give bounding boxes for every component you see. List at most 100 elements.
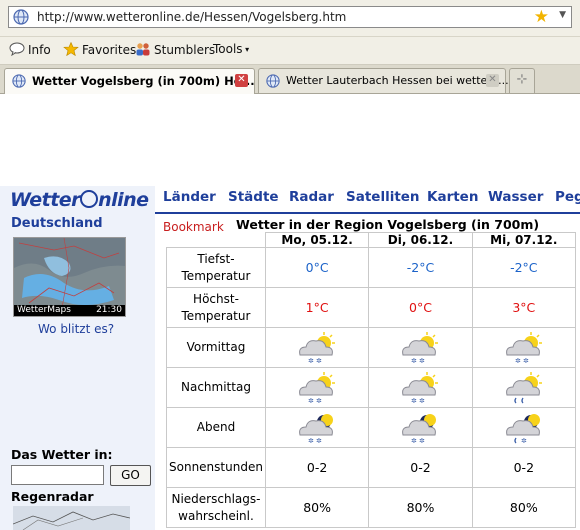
stumblers-button[interactable]: Stumblers (135, 42, 215, 57)
close-icon[interactable]: ✕ (486, 74, 499, 87)
weather-cell[interactable]: ✲ ✲ (264, 327, 370, 368)
label-line: Temperatur (181, 268, 251, 283)
favorites-button[interactable]: Favorites (63, 42, 136, 57)
info-label: Info (28, 43, 51, 57)
forecast-table: Mo, 05.12. Di, 06.12. Mi, 07.12. Tiefst-… (166, 232, 577, 528)
map-caption: WetterMaps 21:30 (14, 305, 125, 316)
table-row-min-temp: Tiefst- Temperatur 0°C -2°C -2°C (166, 247, 577, 288)
url-text[interactable]: http://www.wetteronline.de/Hessen/Vogels… (37, 10, 346, 24)
weather-cell[interactable]: ✲ ✲ (368, 367, 473, 408)
weather-cell[interactable]: ✲ ✲ (471, 327, 577, 368)
weather-cell[interactable]: ✲ (471, 407, 577, 448)
nav-pegel[interactable]: Peg (555, 189, 580, 205)
table-row-morning: Vormittag ✲ ✲ ✲ ✲ ✲ ✲ (166, 327, 577, 368)
min-temp-value: 0°C (264, 247, 370, 288)
nav-karten[interactable]: Karten (427, 189, 478, 205)
svg-text:✲: ✲ (523, 357, 529, 365)
chevron-down-icon: ▾ (242, 45, 250, 54)
weather-cell[interactable]: ✲ ✲ (264, 367, 370, 408)
row-label-afternoon: Nachmittag (166, 367, 266, 408)
bookmark-star-icon[interactable]: ★ (534, 8, 549, 26)
svg-text:✲: ✲ (411, 437, 417, 445)
moon-cloud-snow-icon: ✲ ✲ (299, 413, 334, 445)
svg-text:✲: ✲ (419, 397, 425, 405)
globe-icon (12, 74, 26, 88)
tab-lauterbach[interactable]: Wetter Lauterbach Hessen bei wettero... … (258, 68, 509, 93)
sun-cloud-rain-icon (505, 371, 542, 403)
speech-bubble-icon (9, 42, 25, 56)
day-header: Mi, 07.12. (471, 232, 577, 248)
svg-text:✲: ✲ (308, 357, 314, 365)
weather-map-thumbnail[interactable]: WetterMaps 21:30 (13, 237, 126, 317)
map-caption-time: 21:30 (96, 305, 122, 315)
sun-cloud-snow-icon: ✲ ✲ (299, 331, 336, 365)
sun-cloud-snow-icon: ✲ ✲ (505, 331, 542, 365)
users-icon (136, 43, 150, 56)
tools-menu[interactable]: Tools ▾ (213, 42, 249, 56)
radar-map-image (13, 506, 130, 530)
label-line: Temperatur (181, 308, 251, 323)
max-temp-value: 3°C (471, 287, 577, 328)
label-line: Niederschlags- (171, 491, 261, 506)
svg-text:✲: ✲ (411, 357, 417, 365)
radar-thumbnail[interactable] (13, 506, 130, 530)
svg-text:✲: ✲ (316, 397, 322, 405)
weather-cell[interactable]: ✲ ✲ (368, 327, 473, 368)
row-label-sunshine: Sonnenstunden (166, 447, 266, 488)
city-search-input[interactable] (11, 465, 104, 485)
svg-text:✲: ✲ (521, 437, 527, 445)
tab-label: Wetter Vogelsberg (in 700m) He... (32, 74, 255, 88)
label-line: wahrscheinl. (178, 508, 254, 523)
logo-text-right: nline (98, 189, 149, 211)
precip-value: 80% (264, 487, 370, 528)
map-caption-left: WetterMaps (17, 305, 71, 315)
max-temp-value: 1°C (264, 287, 370, 328)
row-label-min-temp: Tiefst- Temperatur (166, 247, 266, 288)
row-label-evening: Abend (166, 407, 266, 448)
sun-cloud-snow-icon: ✲ ✲ (299, 371, 336, 405)
row-label-max-temp: Höchst- Temperatur (166, 287, 266, 328)
globe-icon (266, 74, 280, 88)
table-row-evening: Abend ✲ ✲ ✲ ✲ ✲ (166, 407, 577, 448)
sun-cloud-snow-icon: ✲ ✲ (402, 371, 439, 405)
tab-bar: Wetter Vogelsberg (in 700m) He... ✕ Wett… (0, 65, 580, 94)
tools-label: Tools (213, 42, 243, 56)
new-tab-button[interactable]: ⊹ (509, 68, 535, 93)
nav-laender[interactable]: Länder (163, 189, 216, 205)
search-label: Das Wetter in: (11, 447, 113, 462)
main-nav: Länder Städte Radar Satelliten Karten Wa… (155, 186, 580, 214)
nav-satelliten[interactable]: Satelliten (346, 189, 420, 205)
address-bar-row: http://www.wetteronline.de/Hessen/Vogels… (0, 0, 580, 37)
sunshine-value: 0-2 (368, 447, 473, 488)
weather-cell[interactable]: ✲ ✲ (264, 407, 370, 448)
sunshine-value: 0-2 (471, 447, 577, 488)
close-icon[interactable]: ✕ (235, 74, 248, 87)
wetteronline-logo[interactable]: Wetter nline (10, 189, 149, 211)
weather-cell[interactable]: ✲ ✲ (368, 407, 473, 448)
nav-wasser[interactable]: Wasser (488, 189, 543, 205)
svg-text:✲: ✲ (411, 397, 417, 405)
go-button[interactable]: GO (110, 465, 151, 486)
nav-staedte[interactable]: Städte (228, 189, 279, 205)
info-button[interactable]: Info (9, 42, 51, 57)
address-bar[interactable]: http://www.wetteronline.de/Hessen/Vogels… (8, 6, 572, 28)
star-icon (63, 42, 79, 56)
moon-cloud-snow-icon: ✲ ✲ (402, 413, 437, 445)
tab-label: Wetter Lauterbach Hessen bei wettero... (286, 74, 509, 87)
lightning-link[interactable]: Wo blitzt es? (38, 322, 114, 336)
radar-label[interactable]: Regenradar (11, 489, 94, 504)
min-temp-value: -2°C (471, 247, 577, 288)
forecast-title: Wetter in der Region Vogelsberg (in 700m… (236, 217, 540, 232)
chevron-down-icon[interactable]: ▼ (559, 10, 566, 20)
table-row-max-temp: Höchst- Temperatur 1°C 0°C 3°C (166, 287, 577, 328)
tab-vogelsberg[interactable]: Wetter Vogelsberg (in 700m) He... ✕ (4, 68, 255, 94)
weather-cell[interactable] (471, 367, 577, 408)
day-header: Di, 06.12. (368, 232, 473, 248)
label-line: Höchst- (193, 291, 239, 306)
svg-text:✲: ✲ (316, 357, 322, 365)
new-tab-icon: ⊹ (516, 72, 528, 87)
sun-cloud-snow-icon: ✲ ✲ (402, 331, 439, 365)
sunshine-value: 0-2 (264, 447, 370, 488)
nav-radar[interactable]: Radar (289, 189, 334, 205)
region-title[interactable]: Deutschland (11, 216, 103, 231)
